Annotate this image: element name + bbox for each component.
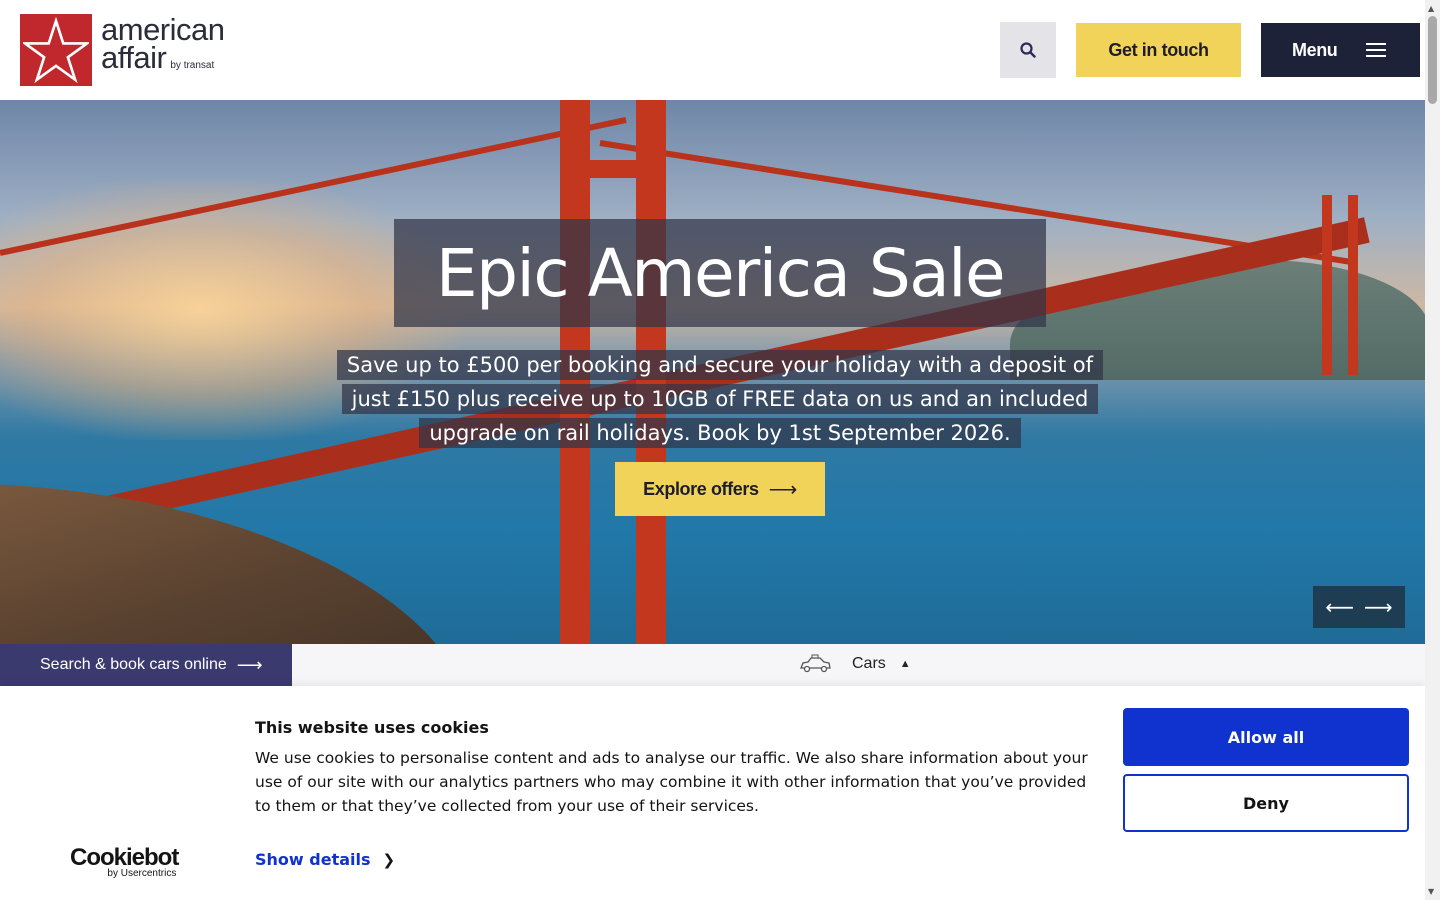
site-logo[interactable]: american affair by transat — [20, 14, 225, 86]
cars-product-toggle[interactable]: Cars ▲ — [798, 654, 911, 674]
show-details-label: Show details — [255, 850, 371, 869]
star-logo-icon — [20, 14, 92, 86]
explore-offers-button[interactable]: Explore offers ⟶ — [615, 462, 825, 516]
allow-all-button[interactable]: Allow all — [1123, 708, 1409, 766]
menu-label: Menu — [1292, 39, 1338, 60]
hero-subline: Save up to £500 per booking and secure y… — [330, 348, 1110, 450]
slider-next-icon[interactable]: ⟶ — [1364, 595, 1393, 619]
cookie-banner: Cookiebot by Usercentrics This website u… — [0, 686, 1425, 900]
arrow-right-icon: ⟶ — [236, 654, 263, 675]
deny-button[interactable]: Deny — [1123, 774, 1409, 832]
slider-nav: ⟵ ⟶ — [1313, 586, 1405, 628]
bridge-tower-far — [1322, 195, 1332, 375]
search-button[interactable] — [1000, 22, 1056, 78]
hero-headline-box: Epic America Sale — [394, 219, 1046, 327]
arrow-right-icon: ⟶ — [768, 478, 798, 501]
search-strip: Search & book cars online ⟶ Cars ▲ — [0, 644, 1425, 686]
cookie-description: We use cookies to personalise content an… — [255, 749, 1088, 815]
caret-up-icon: ▲ — [899, 658, 911, 670]
chevron-right-icon: ❯ — [382, 850, 396, 869]
scrollbar-thumb[interactable] — [1428, 16, 1437, 104]
site-header: american affair by transat Get in touch M… — [0, 0, 1425, 100]
logo-line-2: affair — [101, 40, 167, 75]
bridge-tower-far — [1348, 195, 1358, 375]
show-details-link[interactable]: Show details ❯ — [255, 850, 395, 869]
logo-wordmark: american affair by transat — [101, 14, 225, 80]
scroll-down-icon[interactable]: ▼ — [1428, 887, 1434, 896]
get-in-touch-button[interactable]: Get in touch — [1076, 23, 1241, 77]
slider-prev-icon[interactable]: ⟵ — [1325, 595, 1354, 619]
search-icon — [1020, 42, 1036, 58]
logo-byline: by transat — [170, 60, 215, 71]
hero-cliff — [0, 482, 488, 644]
hero-banner: Epic America Sale Save up to £500 per bo… — [0, 100, 1425, 644]
menu-button[interactable]: Menu — [1261, 23, 1420, 77]
cookie-title: This website uses cookies — [255, 718, 489, 737]
car-icon — [800, 654, 831, 673]
page-scrollbar[interactable]: ▲ ▼ — [1425, 0, 1440, 900]
scroll-up-icon[interactable]: ▲ — [1428, 4, 1434, 13]
search-book-cars-label: Search & book cars online — [40, 656, 227, 673]
explore-offers-label: Explore offers — [643, 478, 759, 499]
hero-headline: Epic America Sale — [435, 234, 1006, 312]
cookiebot-logo[interactable]: Cookiebot by Usercentrics — [70, 844, 179, 879]
search-book-cars-link[interactable]: Search & book cars online ⟶ — [0, 644, 292, 686]
cars-label: Cars — [852, 655, 886, 672]
bridge-tower-near-beam — [560, 160, 666, 178]
hero-subline-text: Save up to £500 per booking and secure y… — [336, 350, 1104, 448]
hamburger-icon — [1366, 39, 1387, 61]
